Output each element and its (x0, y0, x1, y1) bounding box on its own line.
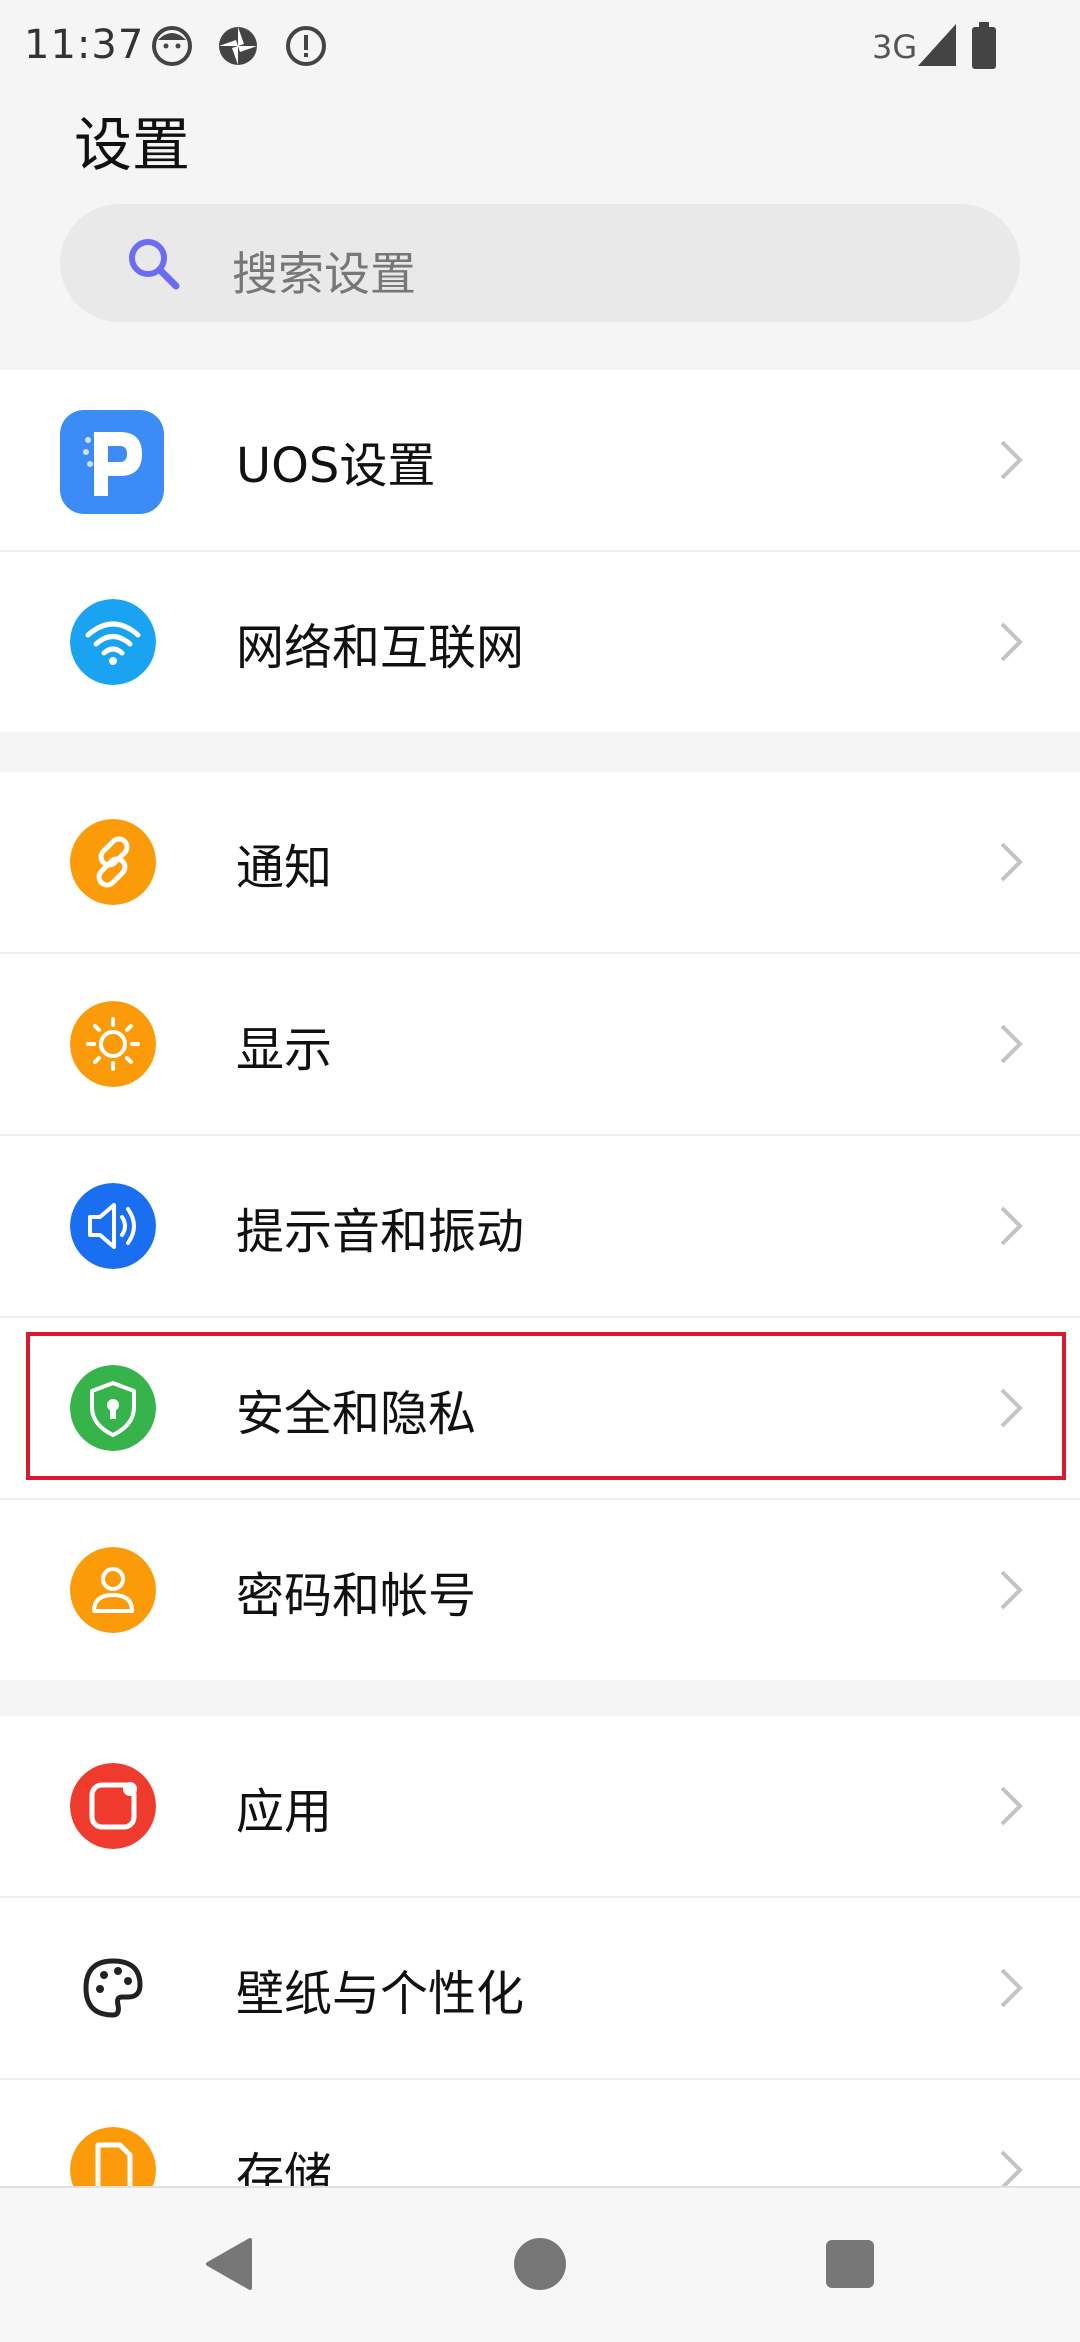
settings-item-security[interactable]: 安全和隐私 (0, 1318, 1080, 1500)
status-bar: 11:37 3G (0, 0, 1080, 100)
chevron-right-icon (1000, 622, 1023, 662)
uos-logo-icon (60, 410, 164, 514)
chevron-right-icon (1000, 1388, 1023, 1428)
settings-item-apps[interactable]: 应用 (0, 1716, 1080, 1898)
settings-item-label: 存储 (236, 2148, 333, 2186)
settings-group-3: 应用 壁纸与个性化 存储 (0, 1716, 1080, 2186)
navigation-bar (0, 2186, 1080, 2342)
page-title: 设置 (74, 111, 191, 179)
chevron-right-icon (1000, 2150, 1023, 2186)
battery-icon (972, 22, 996, 69)
settings-item-label: 提示音和振动 (236, 1204, 525, 1260)
settings-item-storage[interactable]: 存储 (0, 2080, 1080, 2186)
settings-item-network[interactable]: 网络和互联网 (0, 552, 1080, 732)
aperture-icon (219, 27, 257, 65)
settings-item-label: 安全和隐私 (236, 1386, 477, 1442)
settings-group-2: 通知 显示 提示音和振动 安全和隐私 密码和帐号 (0, 772, 1080, 1680)
settings-item-label: 通知 (236, 840, 333, 896)
chevron-right-icon (1000, 842, 1023, 882)
link-icon (70, 819, 156, 905)
home-icon[interactable] (510, 2234, 570, 2294)
settings-item-label: 壁纸与个性化 (236, 1966, 525, 2022)
recents-icon[interactable] (820, 2234, 880, 2294)
shield-icon (70, 1365, 156, 1451)
chevron-right-icon (1000, 1786, 1023, 1826)
settings-item-notifications[interactable]: 通知 (0, 772, 1080, 954)
palette-icon (70, 1945, 156, 2031)
chevron-right-icon (1000, 440, 1023, 480)
search-icon (129, 239, 180, 290)
search-bar[interactable]: 搜索设置 (60, 204, 1020, 322)
settings-item-label: UOS设置 (236, 438, 436, 494)
settings-item-wallpaper[interactable]: 壁纸与个性化 (0, 1898, 1080, 2080)
settings-item-label: 显示 (236, 1022, 333, 1078)
settings-item-label: 网络和互联网 (236, 620, 525, 676)
chevron-right-icon (1000, 1024, 1023, 1064)
search-placeholder: 搜索设置 (232, 247, 416, 301)
settings-item-label: 密码和帐号 (236, 1568, 477, 1624)
speaker-icon (70, 1183, 156, 1269)
settings-item-display[interactable]: 显示 (0, 954, 1080, 1136)
chevron-right-icon (1000, 1968, 1023, 2008)
settings-group-1: UOS设置 网络和互联网 (0, 370, 1080, 732)
storage-icon (70, 2127, 156, 2186)
app-icon (70, 1763, 156, 1849)
chevron-right-icon (1000, 1206, 1023, 1246)
signal-icon (918, 24, 956, 66)
settings-item-uos[interactable]: UOS设置 (0, 370, 1080, 552)
settings-item-sound[interactable]: 提示音和振动 (0, 1136, 1080, 1318)
face-icon (152, 26, 192, 66)
wifi-icon (70, 599, 156, 685)
person-icon (70, 1547, 156, 1633)
alert-icon (286, 26, 326, 66)
settings-item-label: 应用 (236, 1784, 333, 1840)
network-type: 3G (872, 28, 918, 66)
back-icon[interactable] (200, 2234, 260, 2294)
settings-item-accounts[interactable]: 密码和帐号 (0, 1500, 1080, 1680)
status-time: 11:37 (24, 22, 145, 68)
sun-icon (70, 1001, 156, 1087)
chevron-right-icon (1000, 1570, 1023, 1610)
